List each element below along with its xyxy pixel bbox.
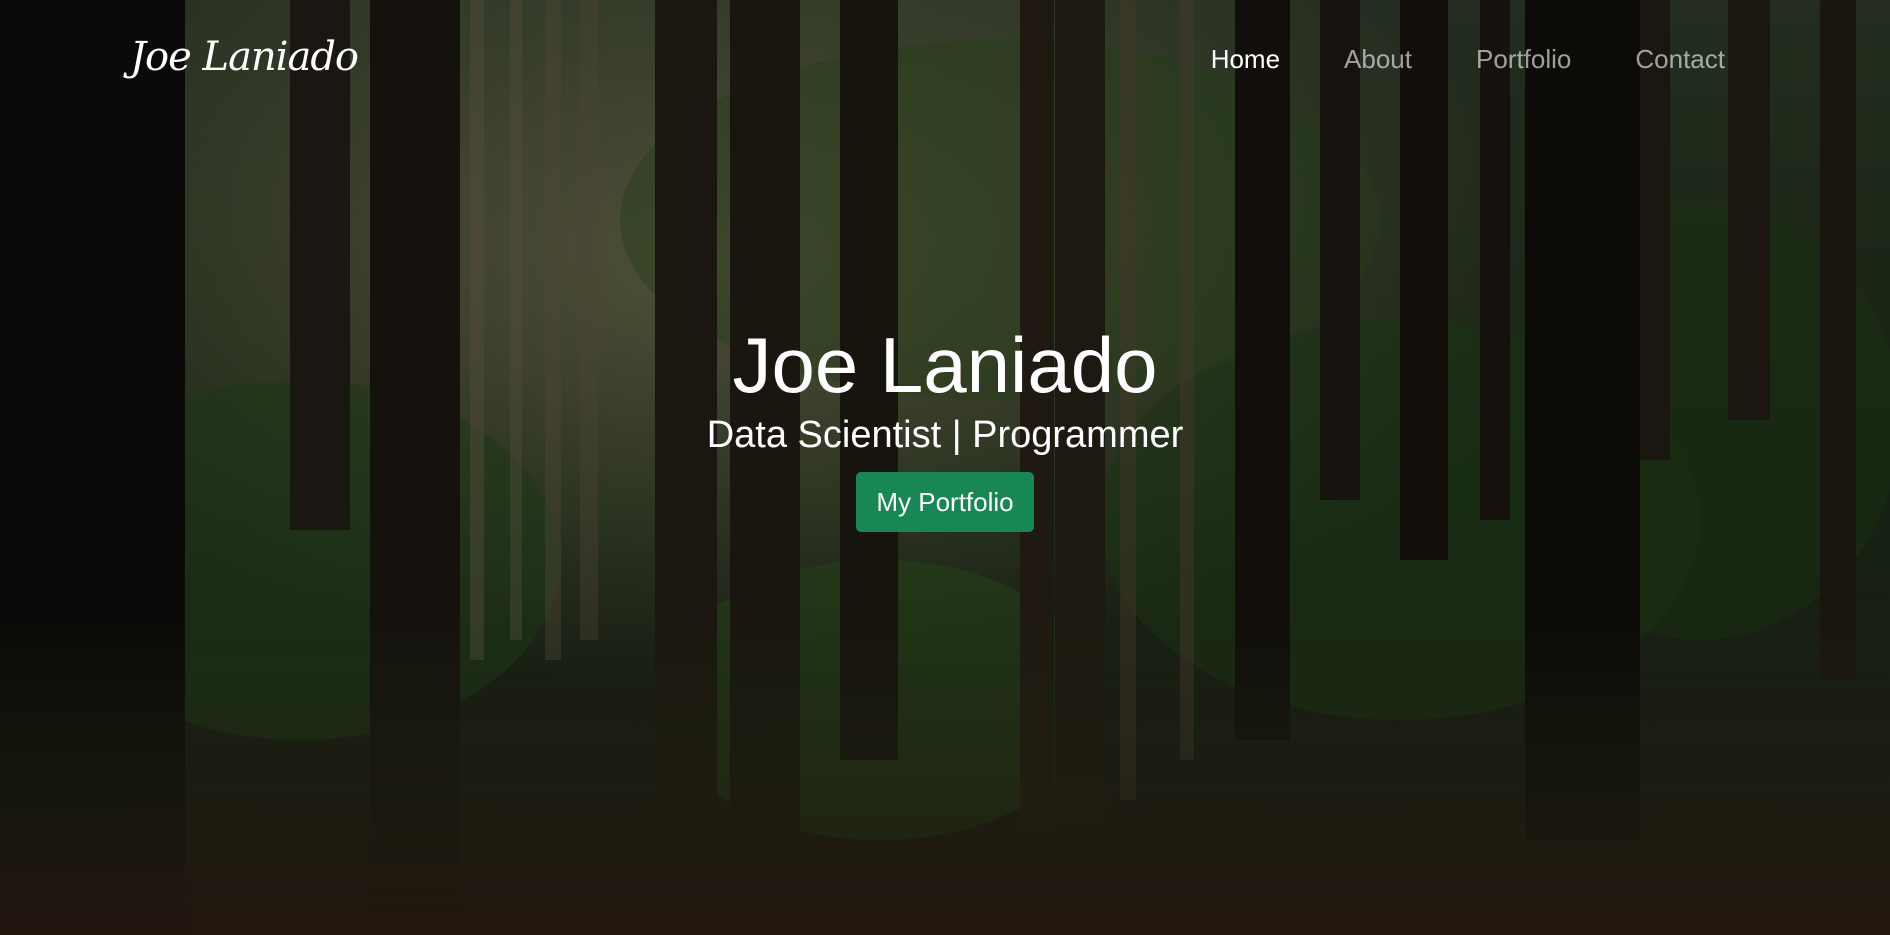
navbar: Joe Laniado Home About Portfolio Contact (0, 0, 1890, 120)
nav-item-about[interactable]: About (1344, 44, 1412, 75)
nav-item-portfolio[interactable]: Portfolio (1476, 44, 1571, 75)
my-portfolio-button[interactable]: My Portfolio (856, 472, 1034, 532)
hero-subtitle: Data Scientist | Programmer (706, 414, 1184, 456)
hero-section: Joe Laniado Home About Portfolio Contact… (0, 0, 1890, 935)
hero-content: Joe Laniado Data Scientist | Programmer … (0, 320, 1890, 532)
nav-links: Home About Portfolio Contact (1147, 44, 1725, 75)
brand-logo[interactable]: Joe Laniado (130, 34, 359, 80)
hero-title: Joe Laniado (732, 321, 1158, 409)
nav-item-home[interactable]: Home (1211, 44, 1280, 75)
nav-item-contact[interactable]: Contact (1635, 44, 1725, 75)
